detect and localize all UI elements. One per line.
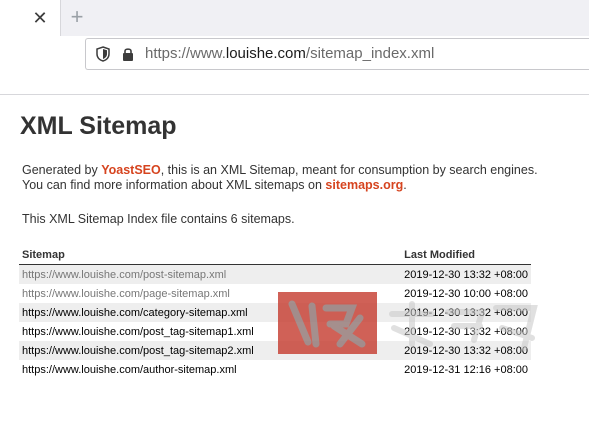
tab-strip: ✕ + (0, 0, 589, 36)
new-tab-button[interactable]: + (66, 6, 88, 28)
desc-text-4: . (403, 178, 407, 192)
watermark-glyph-icon (288, 300, 366, 348)
url-path: /sitemap_index.xml (305, 45, 435, 62)
url-domain: louishe.com (225, 45, 306, 62)
table-row: https://www.louishe.com/post-sitemap.xml… (19, 264, 531, 284)
watermark-seal (278, 292, 377, 354)
desc-text-1: Generated by (22, 163, 102, 177)
shield-icon[interactable] (96, 46, 110, 62)
table-header-row: Sitemap Last Modified (19, 246, 531, 265)
table-row: https://www.louishe.com/author-sitemap.x… (19, 360, 531, 379)
browser-tab[interactable]: ✕ (0, 0, 61, 36)
lock-icon[interactable] (122, 46, 134, 62)
close-icon[interactable]: ✕ (30, 8, 50, 28)
desc-text-3: You can find more information about XML … (22, 178, 326, 192)
desc-text-2: , this is an XML Sitemap, meant for cons… (160, 163, 538, 177)
last-modified-cell: 2019-12-30 13:32 +08:00 (401, 264, 531, 284)
address-bar[interactable]: https://www.louishe.com/sitemap_index.xm… (85, 38, 589, 70)
watermark-text-icon (389, 301, 538, 351)
sitemap-link[interactable]: https://www.louishe.com/post-sitemap.xml (19, 264, 402, 284)
header-sitemap: Sitemap (19, 246, 402, 265)
sitemap-count-text: This XML Sitemap Index file contains 6 s… (22, 212, 295, 226)
yoastseo-link[interactable]: YoastSEO (101, 163, 161, 177)
nav-bar: https://www.louishe.com/sitemap_index.xm… (0, 36, 589, 95)
watermark (278, 292, 548, 362)
header-last-modified: Last Modified (401, 246, 531, 265)
url-prefix: https://www. (145, 45, 226, 62)
sitemap-link[interactable]: https://www.louishe.com/author-sitemap.x… (19, 360, 401, 379)
url-text[interactable]: https://www.louishe.com/sitemap_index.xm… (145, 45, 434, 62)
page-title: XML Sitemap (20, 112, 177, 140)
description: Generated by YoastSEO, this is an XML Si… (22, 163, 582, 193)
sitemaps-org-link[interactable]: sitemaps.org (325, 178, 403, 192)
last-modified-cell: 2019-12-31 12:16 +08:00 (404, 363, 528, 376)
